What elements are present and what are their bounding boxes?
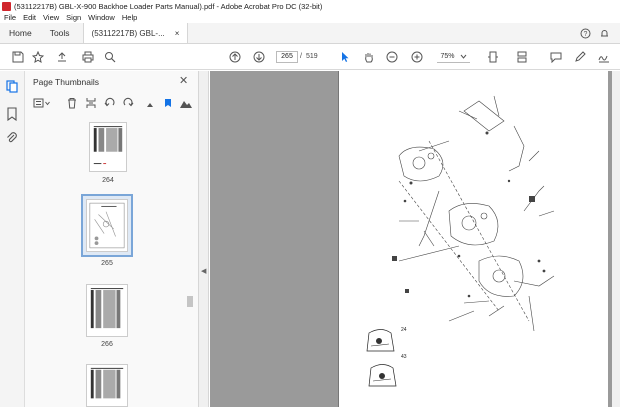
thumbnail-page-267[interactable] xyxy=(86,364,128,407)
highlight-pen-icon[interactable] xyxy=(572,49,588,65)
thumbnail-scrollbar[interactable] xyxy=(187,296,193,307)
menu-window[interactable]: Window xyxy=(88,13,115,22)
tab-close-button[interactable]: × xyxy=(175,29,180,38)
parts-bag-43: 43 xyxy=(368,354,407,387)
callout-43: 43 xyxy=(401,354,407,360)
total-pages: 519 xyxy=(306,53,318,60)
options-menu-icon[interactable] xyxy=(32,96,52,110)
tab-document-label: (53112217B) GBL-... xyxy=(91,28,165,38)
print-icon[interactable] xyxy=(80,49,96,65)
thumbnail-label-265: 265 xyxy=(101,260,113,267)
hand-tool-icon[interactable] xyxy=(361,49,377,65)
page-display-icon[interactable] xyxy=(161,96,175,110)
window-title: (53112217B) GBL-X-900 Backhoe Loader Par… xyxy=(14,1,323,11)
help-icon[interactable]: ? xyxy=(580,28,591,39)
menu-sign[interactable]: Sign xyxy=(66,13,81,22)
menu-file[interactable]: File xyxy=(4,13,16,22)
insert-page-icon[interactable] xyxy=(84,96,98,110)
scrolling-mode-icon[interactable] xyxy=(514,49,530,65)
save-icon[interactable] xyxy=(10,49,26,65)
title-bar: (53112217B) GBL-X-900 Backhoe Loader Par… xyxy=(0,0,620,12)
page-thumbnails-icon[interactable] xyxy=(5,79,19,93)
bookmark-star-icon[interactable] xyxy=(30,49,46,65)
zoom-in-icon[interactable] xyxy=(409,49,425,65)
select-cursor-icon[interactable] xyxy=(337,49,353,65)
main-toolbar: 265 / 519 75% xyxy=(0,44,620,70)
menu-view[interactable]: View xyxy=(43,13,59,22)
callout-24: 24 xyxy=(401,327,407,333)
zoom-level-select[interactable]: 75% xyxy=(437,51,470,63)
sign-icon[interactable] xyxy=(596,49,612,65)
page-fit-icon[interactable] xyxy=(485,49,501,65)
panel-close-button[interactable]: ✕ xyxy=(179,74,188,87)
thumbnail-page-264[interactable] xyxy=(89,122,127,172)
left-navigation-rail xyxy=(0,71,25,407)
parts-bag-24: 24 xyxy=(366,327,407,352)
svg-text:?: ? xyxy=(584,31,588,38)
comment-icon[interactable] xyxy=(548,49,564,65)
tab-home[interactable]: Home xyxy=(0,23,41,43)
thumbnail-label-266: 266 xyxy=(101,341,113,348)
zoom-level-value: 75% xyxy=(440,53,455,60)
bookmarks-icon[interactable] xyxy=(5,107,19,122)
tab-tools[interactable]: Tools xyxy=(41,23,79,43)
collapse-arrow-icon[interactable]: ◀ xyxy=(201,267,206,275)
exploded-parts-diagram: 24 43 xyxy=(366,95,555,387)
page-number-input[interactable]: 265 xyxy=(276,51,298,63)
panel-splitter[interactable]: ◀ xyxy=(199,71,209,407)
pdf-page: 24 43 xyxy=(338,71,608,407)
search-icon[interactable] xyxy=(102,49,118,65)
thumbnail-label-264: 264 xyxy=(102,177,114,184)
thumbnail-page-265[interactable] xyxy=(86,199,128,252)
thumbnail-toolbar xyxy=(25,93,199,113)
delete-page-icon[interactable] xyxy=(65,96,79,110)
small-thumbnails-icon[interactable] xyxy=(143,96,157,110)
thumbnail-page-266[interactable] xyxy=(86,284,128,337)
menu-edit[interactable]: Edit xyxy=(23,13,36,22)
menu-help[interactable]: Help xyxy=(122,13,137,22)
rotate-clockwise-icon[interactable] xyxy=(121,96,135,110)
tab-document[interactable]: (53112217B) GBL-... × xyxy=(82,23,189,43)
chevron-down-icon xyxy=(460,54,466,59)
large-thumbnails-icon[interactable] xyxy=(179,96,193,110)
previous-page-icon[interactable] xyxy=(227,49,243,65)
page-separator: / xyxy=(300,53,302,60)
rotate-counterclockwise-icon[interactable] xyxy=(103,96,117,110)
attachments-icon[interactable] xyxy=(5,131,19,145)
next-page-icon[interactable] xyxy=(251,49,267,65)
upload-icon[interactable] xyxy=(54,49,70,65)
panel-title: Page Thumbnails xyxy=(33,77,99,87)
notifications-icon[interactable] xyxy=(599,28,610,39)
tab-bar: Home Tools (53112217B) GBL-... × ? xyxy=(0,23,620,44)
zoom-out-icon[interactable] xyxy=(384,49,400,65)
acrobat-app-icon xyxy=(2,1,11,11)
menu-bar: File Edit View Sign Window Help xyxy=(0,12,620,23)
document-scrollbar[interactable] xyxy=(612,71,620,407)
